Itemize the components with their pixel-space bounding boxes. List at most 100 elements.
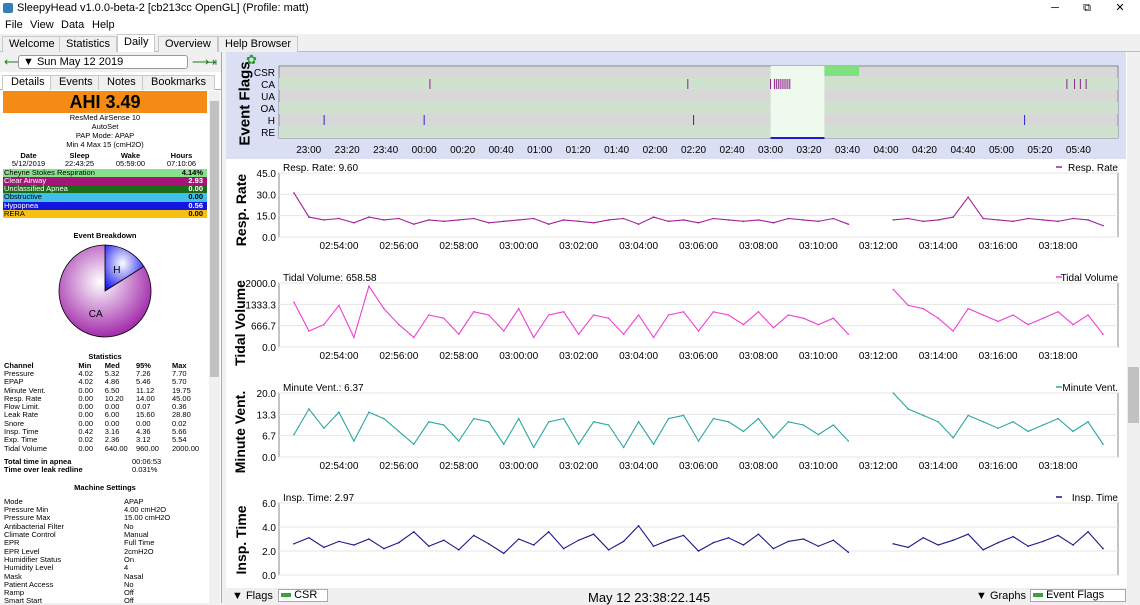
legend-label: Minute Vent. bbox=[1062, 383, 1118, 394]
y-tick-label: 0.0 bbox=[262, 233, 276, 244]
event-index-list: Cheyne Stokes Respiration 4.14% Clear Airw… bbox=[3, 168, 207, 219]
legend-label: Resp. Rate bbox=[1068, 163, 1118, 174]
tab-help-browser[interactable]: Help Browser bbox=[218, 36, 299, 53]
flag-row-label: RE bbox=[261, 128, 275, 139]
flags-label: Flags bbox=[245, 590, 273, 602]
csr-dropdown[interactable]: CSR bbox=[278, 589, 328, 602]
y-tick-label: 6.0 bbox=[262, 499, 276, 510]
flags-time-tick: 01:40 bbox=[604, 145, 629, 156]
event-flags-label: Event Flags bbox=[1046, 589, 1105, 601]
tab-events[interactable]: Events bbox=[50, 75, 102, 90]
x-tick-label: 03:02:00 bbox=[559, 241, 598, 252]
setting-cell: On bbox=[124, 554, 135, 564]
csr-span bbox=[824, 66, 860, 76]
flags-time-tick: 04:00 bbox=[873, 145, 898, 156]
y-tick-label: 0.0 bbox=[262, 571, 276, 582]
x-tick-label: 02:56:00 bbox=[379, 351, 418, 362]
last-day-button[interactable]: ⇥ bbox=[207, 55, 217, 69]
flags-time-tick: 04:20 bbox=[912, 145, 937, 156]
tidal-volume-graph[interactable]: 2000.0 1333.3 666.7 0.0 Tidal Volume: 658.58… bbox=[226, 269, 1126, 379]
value-readout: Insp. Time: 2.97 bbox=[283, 493, 355, 504]
close-button[interactable]: ✕ bbox=[1105, 1, 1135, 16]
y-tick-label: 2.0 bbox=[262, 547, 276, 558]
plot-area bbox=[278, 502, 1119, 576]
setting-row: Humidity Level 4 bbox=[3, 563, 207, 572]
x-tick-label: 03:12:00 bbox=[859, 241, 898, 252]
pin-icon[interactable]: ✿ bbox=[246, 52, 257, 68]
flag-row-label: CA bbox=[261, 80, 275, 91]
machine-settings-table: Mode APAP Pressure Min 4.00 cmH2O Pressure M… bbox=[3, 497, 207, 603]
maximize-button[interactable]: ⧉ bbox=[1072, 1, 1102, 16]
y-tick-label: 13.3 bbox=[257, 410, 277, 421]
graph-scrollbar[interactable] bbox=[1127, 52, 1140, 588]
y-tick-label: 1333.3 bbox=[245, 300, 276, 311]
flag-row-label: CSR bbox=[254, 68, 275, 79]
tab-details[interactable]: Details bbox=[2, 75, 54, 90]
tab-statistics[interactable]: Statistics bbox=[59, 36, 118, 53]
tab-bookmarks[interactable]: Bookmarks bbox=[142, 75, 216, 90]
tab-daily[interactable]: Daily bbox=[117, 34, 156, 53]
tab-welcome[interactable]: Welcome bbox=[2, 36, 62, 53]
flags-time-tick: 05:40 bbox=[1066, 145, 1091, 156]
details-content: AHI 3.49 ResMed AirSense 10 AutoSet PAP … bbox=[3, 91, 207, 603]
menu-data[interactable]: Data bbox=[61, 19, 84, 31]
flags-time-tick: 05:00 bbox=[989, 145, 1014, 156]
machine-settings-title: Machine Settings bbox=[74, 482, 136, 492]
stat-cell: 0.00 bbox=[78, 443, 93, 453]
flags-time-tick: 02:40 bbox=[720, 145, 745, 156]
menu-view[interactable]: View bbox=[30, 19, 54, 31]
flags-time-tick: 00:20 bbox=[450, 145, 475, 156]
main-tabs: Welcome Statistics Daily Overview Help B… bbox=[0, 34, 1140, 53]
event-flags-swatch bbox=[1033, 593, 1043, 598]
device-name: ResMed AirSense 10 bbox=[69, 113, 141, 122]
pressure-range: Min 4 Max 15 (cmH2O) bbox=[66, 140, 144, 149]
graphs-label: Graphs bbox=[989, 590, 1027, 602]
date-selector[interactable]: ▼ Sun May 12 2019 bbox=[18, 55, 188, 69]
x-tick-label: 03:02:00 bbox=[559, 461, 598, 472]
flag-row-band bbox=[279, 102, 1118, 114]
event-row[interactable]: RERA 0.00 bbox=[3, 209, 207, 219]
event-breakdown-pie: H CA bbox=[58, 244, 152, 338]
left-scrollbar[interactable] bbox=[209, 91, 220, 603]
graph-scrollbar-thumb[interactable] bbox=[1128, 367, 1139, 423]
setting-cell: Off bbox=[124, 588, 134, 598]
x-tick-label: 02:58:00 bbox=[439, 351, 478, 362]
y-tick-label: 0.0 bbox=[262, 343, 276, 354]
insp-time-graph[interactable]: 6.0 4.0 2.0 0.0 Insp. Time: 2.97 Insp. Time bbox=[226, 489, 1126, 589]
minute-vent-graph[interactable]: 20.0 13.3 6.7 0.0 Minute Vent.: 6.37 Minute V… bbox=[226, 379, 1126, 489]
x-tick-label: 03:04:00 bbox=[619, 351, 658, 362]
flag-row-band bbox=[279, 126, 1118, 138]
event-flags-dropdown[interactable]: Event Flags bbox=[1030, 589, 1126, 602]
resp-rate-graph[interactable]: 45.0 30.0 15.0 0.0 Resp. Rate: 9.60 Resp. Rat… bbox=[226, 159, 1126, 269]
plot-area bbox=[278, 392, 1119, 458]
minimize-button[interactable]: ─ bbox=[1040, 1, 1070, 16]
setting-cell: 2cmH2O bbox=[124, 546, 154, 556]
setting-row: Patient Access No bbox=[3, 579, 207, 589]
tab-overview[interactable]: Overview bbox=[158, 36, 218, 53]
flags-time-tick: 01:20 bbox=[566, 145, 591, 156]
flags-dropdown[interactable]: ▼ Flags bbox=[232, 590, 273, 602]
menu-help[interactable]: Help bbox=[92, 19, 115, 31]
x-tick-label: 03:00:00 bbox=[499, 351, 538, 362]
flags-time-tick: 02:00 bbox=[643, 145, 668, 156]
y-tick-label: 0.0 bbox=[262, 453, 276, 464]
graphs-dropdown[interactable]: ▼ Graphs bbox=[976, 590, 1026, 602]
tab-notes[interactable]: Notes bbox=[98, 75, 145, 90]
event-row[interactable]: Hypopnea 0.56 bbox=[3, 201, 207, 211]
detail-tabs: Details Events Notes Bookmarks bbox=[0, 73, 221, 90]
setting-cell: No bbox=[124, 579, 134, 589]
window-title: SleepyHead v1.0.0-beta-2 [cb213cc OpenGL… bbox=[17, 2, 309, 14]
x-tick-label: 03:06:00 bbox=[679, 351, 718, 362]
setting-cell: Nasal bbox=[124, 571, 144, 581]
setting-cell: Off bbox=[124, 596, 134, 603]
flags-selection-window bbox=[770, 66, 825, 138]
event-flags-graph[interactable]: CSRCAUAOAHRE 23:00 23:20 23:40 00:00 00:20 00:… bbox=[226, 52, 1126, 159]
menu-file[interactable]: File bbox=[5, 19, 23, 31]
flags-time-tick: 03:40 bbox=[835, 145, 860, 156]
bottom-bar: ▼ Flags CSR May 12 23:38:22.145 ▼ Graphs… bbox=[226, 588, 1140, 605]
flags-time-tick: 00:40 bbox=[489, 145, 514, 156]
x-tick-label: 03:10:00 bbox=[799, 461, 838, 472]
stat-cell: 960.00 bbox=[135, 443, 159, 453]
breakdown-title: Event Breakdown bbox=[73, 231, 137, 241]
left-scrollbar-thumb[interactable] bbox=[210, 101, 219, 377]
